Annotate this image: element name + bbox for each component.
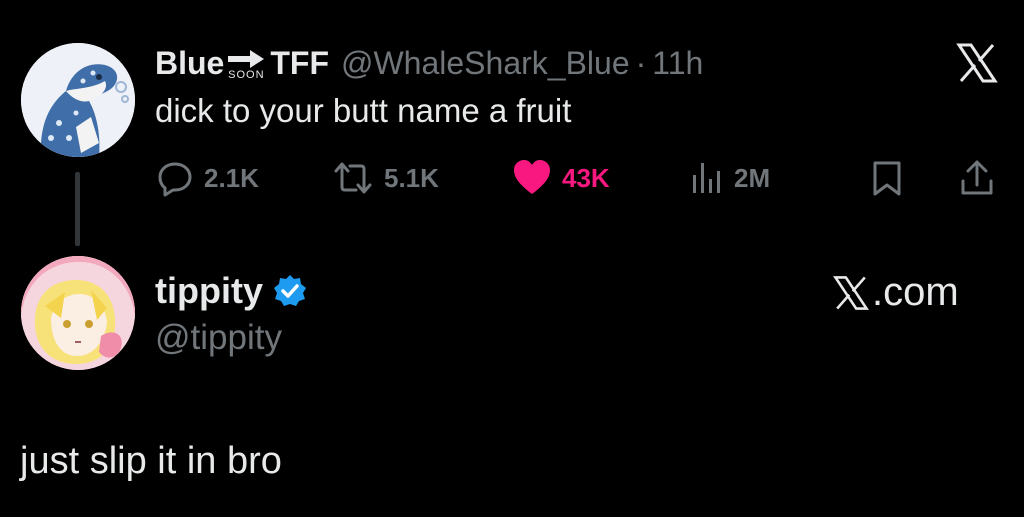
heart-icon [514, 160, 550, 194]
thread-connector-line [75, 172, 80, 246]
arrow-right-icon [228, 50, 265, 68]
reply-user-name-row: tippity [155, 270, 307, 312]
reply-user-avatar[interactable] [21, 256, 135, 370]
repost-icon [334, 162, 372, 194]
repost-count: 5.1K [384, 162, 439, 193]
repost-button[interactable]: 5.1K [332, 158, 439, 198]
x-com-watermark: .com [832, 270, 959, 315]
tweet-text: dick to your butt name a fruit [155, 92, 572, 129]
views-count: 2M [734, 162, 771, 193]
reply-user-name[interactable]: tippity [155, 270, 263, 312]
anime-girl-avatar-image [21, 256, 135, 370]
verified-badge-icon [273, 275, 306, 306]
bookmark-icon [873, 161, 901, 196]
tweet-timestamp[interactable]: 11h [652, 45, 703, 82]
tweet-header: Blue SOON TFF @WhaleShark_Blue · 11h [155, 40, 703, 86]
author-handle[interactable]: @WhaleShark_Blue [341, 45, 630, 82]
views-button[interactable]: 2M [690, 158, 770, 198]
author-avatar[interactable] [21, 43, 135, 157]
close-x-icon[interactable] [955, 41, 999, 85]
share-button[interactable] [958, 158, 996, 198]
bookmark-button[interactable] [870, 158, 904, 198]
author-name-right[interactable]: TFF [270, 45, 329, 82]
reply-button[interactable]: 2.1K [156, 158, 259, 198]
whale-shark-avatar-image [21, 43, 135, 157]
views-icon [693, 163, 720, 193]
header-separator: · [635, 44, 647, 81]
reply-icon [158, 162, 192, 197]
author-name-soon-text: SOON [228, 69, 265, 81]
x-logo-icon [833, 275, 869, 310]
x-com-text: .com [872, 270, 959, 314]
reply-user-handle[interactable]: @tippity [155, 318, 282, 358]
share-icon [961, 160, 993, 195]
author-name-left[interactable]: Blue [155, 45, 224, 82]
reply-count: 2.1K [204, 162, 259, 193]
author-name-soon-badge: SOON [226, 49, 266, 81]
like-button[interactable]: 43K [512, 158, 610, 198]
like-count: 43K [562, 162, 610, 193]
reply-text: just slip it in bro [20, 440, 282, 482]
